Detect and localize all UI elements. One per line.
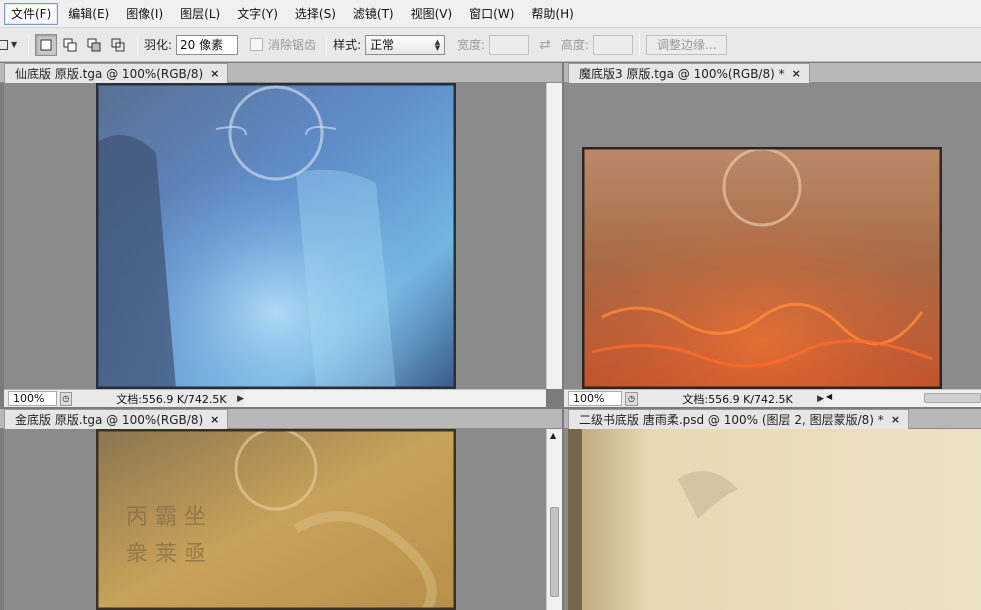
document-window-mo: 魔底版3 原版.tga @ 100%(RGB/8) * × 100% ◷ 文档:…: [564, 63, 981, 407]
close-icon[interactable]: ×: [792, 67, 801, 80]
close-icon[interactable]: ×: [891, 413, 900, 426]
antialias-checkbox[interactable]: [250, 38, 264, 51]
document-tab-xian[interactable]: 仙底版 原版.tga @ 100%(RGB/8) ×: [4, 63, 229, 83]
document-tab-mo[interactable]: 魔底版3 原版.tga @ 100%(RGB/8) * ×: [568, 63, 810, 83]
chevron-left-icon[interactable]: ◀: [826, 392, 832, 401]
divider: [638, 33, 640, 56]
canvas-area[interactable]: [564, 83, 981, 389]
tool-preset-picker[interactable]: ▼: [0, 34, 22, 56]
close-icon[interactable]: ×: [210, 67, 219, 80]
style-select-value: 正常: [370, 38, 395, 52]
menu-select[interactable]: 选择(S): [288, 3, 343, 25]
spinner-arrows-icon: ▲ ▼: [434, 37, 441, 52]
svg-text:衆 莱 亟: 衆 莱 亟: [126, 542, 206, 567]
feather-input[interactable]: 20 像素: [176, 34, 239, 55]
menu-file[interactable]: 文件(F): [4, 2, 59, 25]
document-tab-label: 魔底版3 原版.tga @ 100%(RGB/8) *: [579, 67, 785, 81]
divider: [137, 33, 138, 56]
menu-view[interactable]: 视图(V): [404, 3, 460, 25]
artwork-blue-scroll: [96, 83, 456, 389]
chevron-right-icon[interactable]: ▶: [237, 394, 244, 404]
height-label: 高度:: [560, 38, 589, 52]
options-bar: ▼ 羽化: 20 像素 消除锯齿 样式: 正常 ▲ ▼ 宽度: ⇄ 高度: 调整边…: [0, 28, 981, 62]
divider: [326, 33, 328, 56]
resize-grip-icon[interactable]: ⋰: [546, 391, 562, 407]
menu-help[interactable]: 帮助(H): [524, 3, 580, 25]
chevron-right-icon[interactable]: ▶: [817, 394, 824, 404]
new-selection-button[interactable]: [35, 33, 57, 56]
menu-layer[interactable]: 图层(L): [173, 3, 227, 25]
style-select[interactable]: 正常 ▲ ▼: [365, 34, 446, 55]
document-tab-label: 金底版 原版.tga @ 100%(RGB/8): [15, 413, 204, 427]
menu-window[interactable]: 窗口(W): [462, 3, 521, 25]
subtract-selection-icon: [87, 38, 101, 51]
document-window-xian: 仙底版 原版.tga @ 100%(RGB/8) × 100% ◷ 文档:556…: [0, 63, 562, 407]
refine-edge-button[interactable]: 调整边缘...: [645, 34, 728, 55]
feather-label: 羽化:: [144, 38, 173, 52]
document-window-jin: 金底版 原版.tga @ 100%(RGB/8) × 丙 霸 坐 衆 莱 亟 ▲: [0, 409, 562, 610]
style-label: 样式:: [333, 38, 362, 52]
canvas-area[interactable]: [4, 83, 546, 389]
scroll-thumb[interactable]: [550, 507, 559, 597]
document-tab-erji[interactable]: 二级书底版 唐雨柔.psd @ 100% (图层 2, 图层蒙版/8) * ×: [568, 409, 910, 429]
document-info: 文档:556.9 K/742.5K: [116, 392, 227, 406]
document-tab-jin[interactable]: 金底版 原版.tga @ 100%(RGB/8) ×: [4, 409, 229, 429]
menu-bar: 文件(F) 编辑(E) 图像(I) 图层(L) 文字(Y) 选择(S) 滤镜(T…: [0, 0, 981, 28]
subtract-from-selection-button[interactable]: [83, 34, 105, 56]
menu-type[interactable]: 文字(Y): [230, 3, 285, 25]
close-icon[interactable]: ×: [210, 413, 219, 426]
preview-icon[interactable]: ◷: [624, 391, 639, 406]
vertical-scrollbar[interactable]: [546, 83, 562, 389]
antialias-label: 消除锯齿: [268, 38, 317, 52]
swap-icon[interactable]: ⇄: [539, 37, 551, 53]
chevron-up-icon[interactable]: ▲: [550, 431, 556, 440]
artwork-lava-scroll: [582, 147, 942, 389]
document-tab-label: 仙底版 原版.tga @ 100%(RGB/8): [15, 67, 204, 81]
zoom-level-field[interactable]: 100%: [568, 391, 622, 406]
status-bar: 100% ◷ 文档:556.9 K/742.5K ▶: [4, 389, 244, 407]
add-to-selection-button[interactable]: [59, 34, 81, 56]
new-selection-icon: [40, 39, 52, 50]
intersect-selection-icon: [111, 38, 125, 51]
zoom-level-field[interactable]: 100%: [8, 391, 57, 406]
width-label: 宽度:: [457, 38, 486, 52]
svg-text:丙 霸 坐: 丙 霸 坐: [126, 505, 206, 530]
horizontal-scrollbar[interactable]: ◀: [824, 389, 981, 407]
vertical-scrollbar[interactable]: ▲: [546, 429, 562, 610]
canvas-area[interactable]: 丙 霸 坐 衆 莱 亟: [4, 429, 546, 610]
width-input[interactable]: [489, 34, 530, 55]
intersect-selection-button[interactable]: [107, 34, 129, 56]
menu-edit[interactable]: 编辑(E): [61, 3, 116, 25]
artwork-gold-scroll: 丙 霸 坐 衆 莱 亟: [96, 429, 456, 610]
document-tab-label: 二级书底版 唐雨柔.psd @ 100% (图层 2, 图层蒙版/8) *: [579, 413, 884, 427]
chevron-down-icon: ▼: [11, 40, 18, 49]
add-selection-icon: [63, 38, 77, 51]
divider: [28, 33, 29, 56]
document-info: 文档:556.9 K/742.5K: [682, 392, 793, 406]
preview-icon[interactable]: ◷: [59, 391, 73, 406]
menu-image[interactable]: 图像(I): [119, 3, 170, 25]
height-input[interactable]: [592, 34, 633, 55]
horizontal-scrollbar[interactable]: [244, 389, 546, 407]
document-window-erji: 二级书底版 唐雨柔.psd @ 100% (图层 2, 图层蒙版/8) * ×: [564, 409, 981, 610]
menu-filter[interactable]: 滤镜(T): [346, 3, 401, 25]
canvas-area[interactable]: [564, 429, 981, 610]
scroll-thumb[interactable]: [924, 393, 981, 403]
marquee-tool-icon: [0, 39, 8, 50]
status-bar: 100% ◷ 文档:556.9 K/742.5K ▶: [564, 389, 824, 407]
artwork-parchment: [568, 429, 981, 610]
